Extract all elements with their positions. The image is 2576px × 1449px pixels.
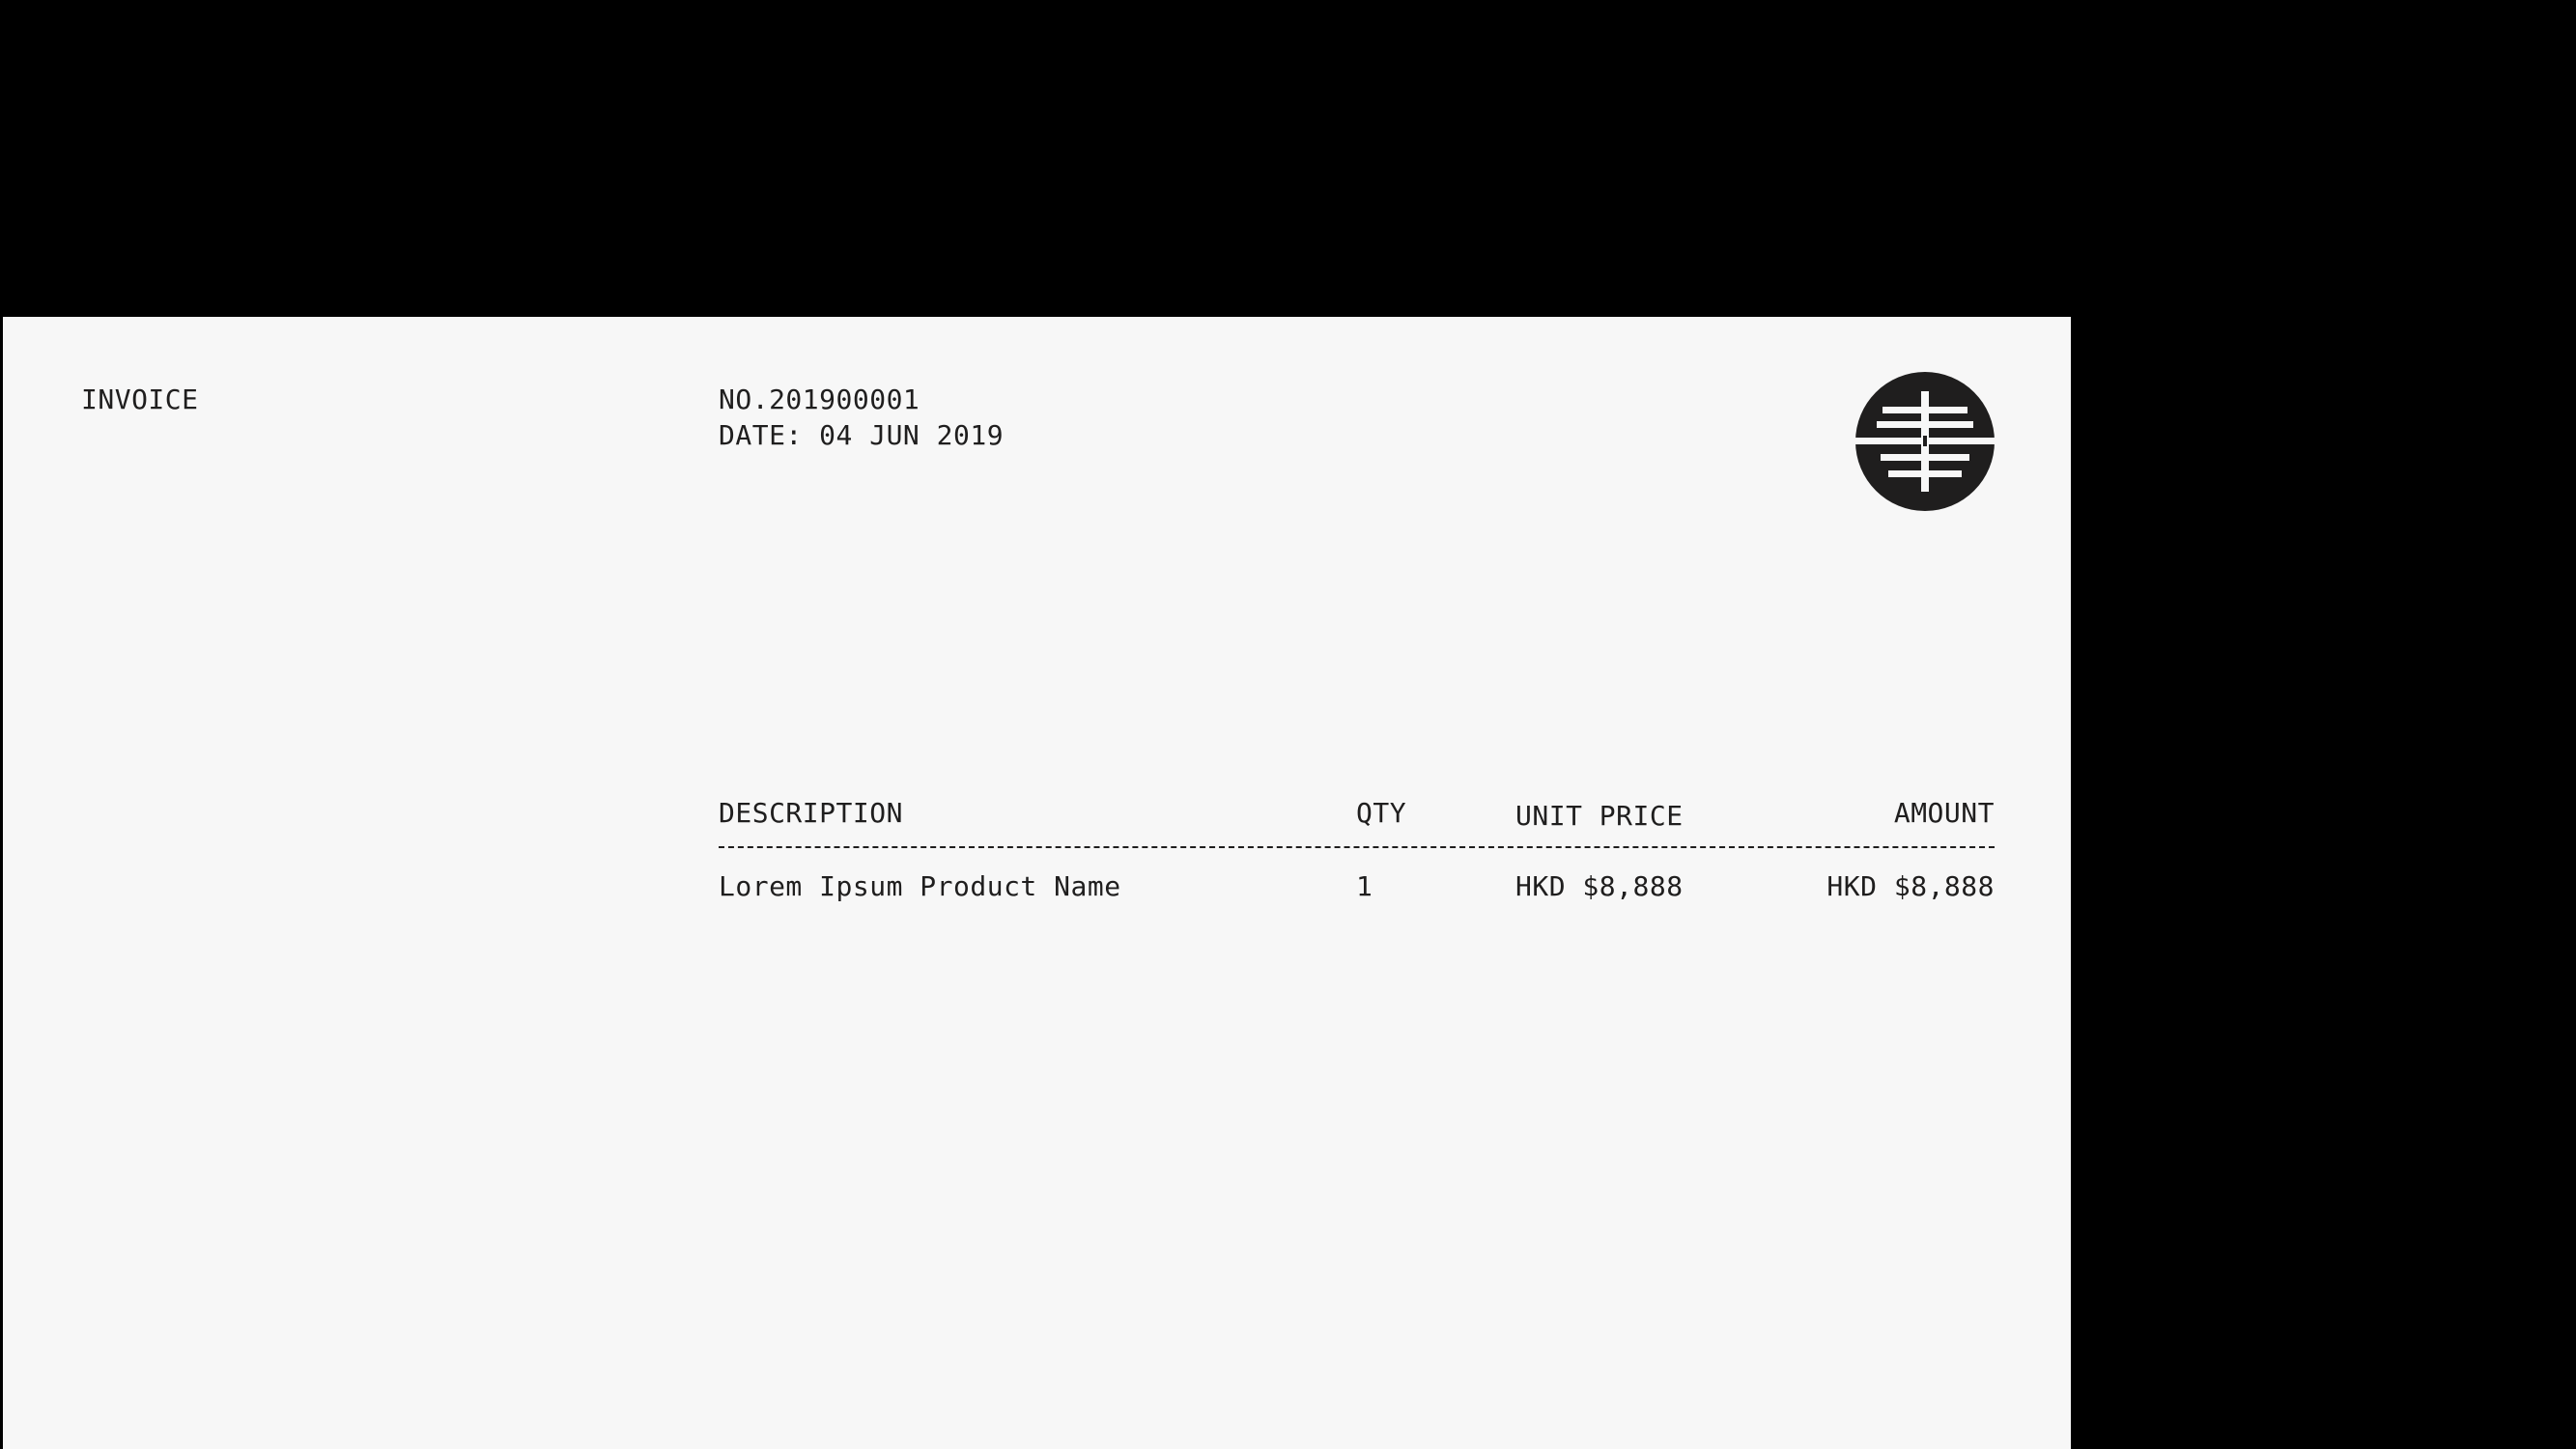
- circular-emblem-logo-icon: [1855, 372, 1995, 511]
- row-unit-price: HKD $8,888: [1515, 870, 1684, 902]
- row-description: Lorem Ipsum Product Name: [719, 870, 1121, 902]
- invoice-number: NO.201900001: [719, 384, 920, 415]
- header-qty: QTY: [1356, 797, 1407, 829]
- invoice-sheet: INVOICE NO.201900001 DATE: 04 JUN 2019 D…: [3, 317, 2071, 1449]
- header-description: DESCRIPTION: [719, 797, 903, 829]
- document-title: INVOICE: [81, 384, 199, 415]
- header-amount: AMOUNT: [1893, 797, 1995, 829]
- invoice-date: DATE: 04 JUN 2019: [719, 419, 1005, 451]
- table-divider: [719, 846, 1995, 848]
- row-qty: 1: [1356, 870, 1373, 902]
- row-amount: HKD $8,888: [1826, 870, 1995, 902]
- header-unit-price: UNIT PRICE: [1515, 800, 1684, 832]
